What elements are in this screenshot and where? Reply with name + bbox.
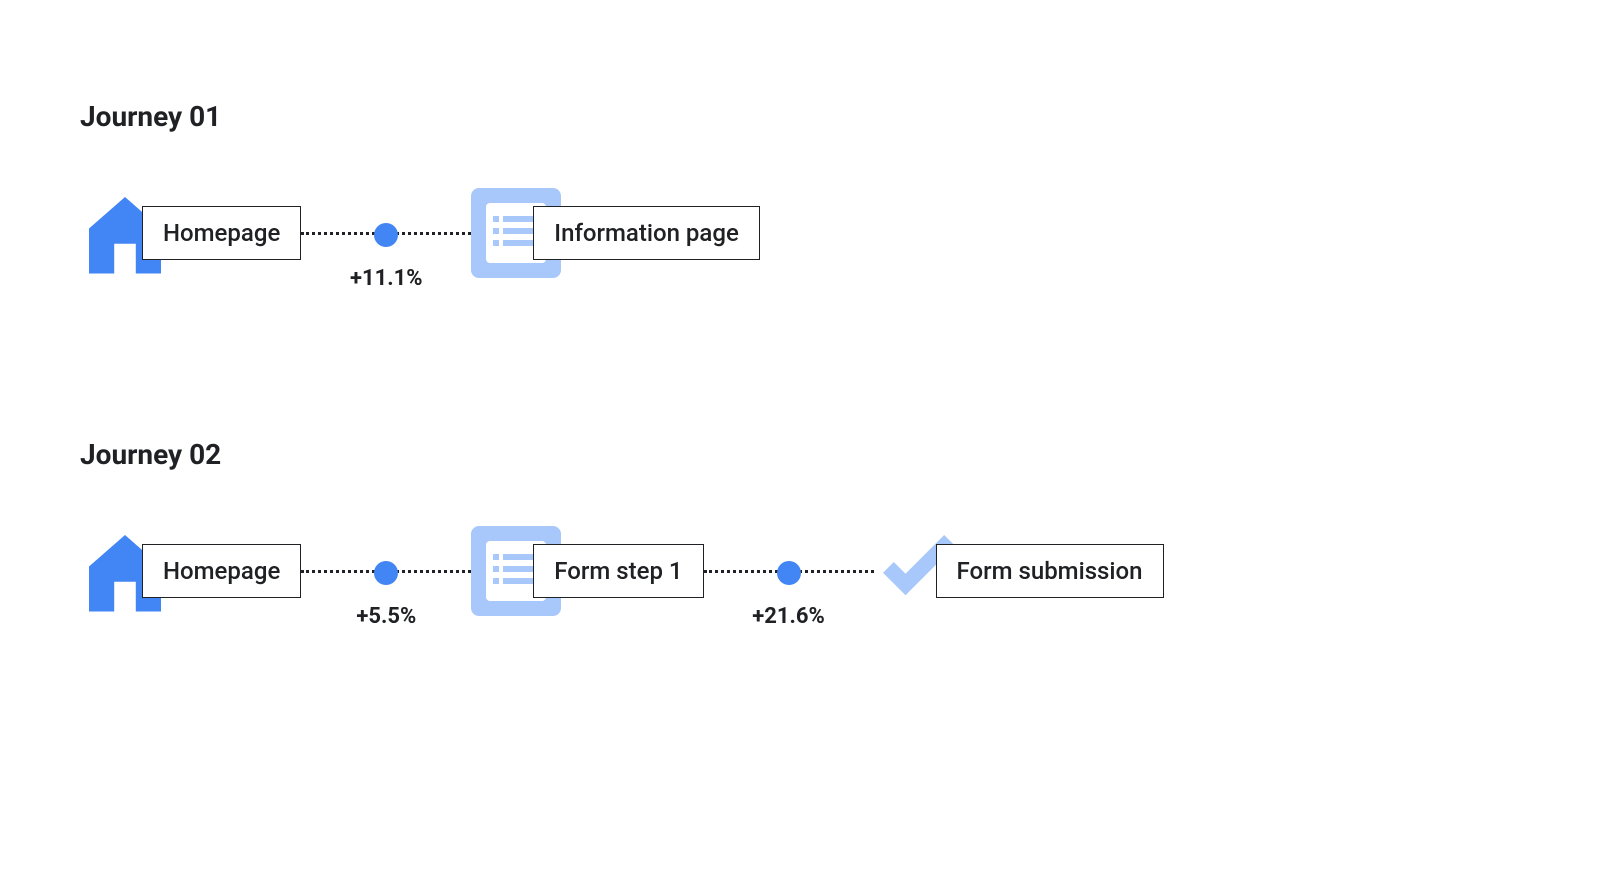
journey-node-form-submission: Form submission	[874, 526, 1164, 616]
connector-line	[704, 570, 874, 573]
journey-1: Journey 01 Homepage +11.1%	[80, 100, 1521, 278]
node-label: Form step 1	[533, 544, 703, 598]
connector-line	[301, 570, 471, 573]
journey-connector: +11.1%	[301, 232, 471, 235]
connector-dot	[374, 223, 398, 247]
journey-node-form-step-1: Form step 1	[471, 526, 703, 616]
journey-connector: +21.6%	[704, 570, 874, 573]
journey-title: Journey 01	[80, 100, 1521, 133]
node-label: Form submission	[936, 544, 1164, 598]
node-label: Homepage	[142, 544, 301, 598]
journey-flow: Homepage +5.5%	[80, 526, 1521, 616]
journey-node-homepage: Homepage	[80, 188, 301, 278]
connector-value: +21.6%	[752, 604, 825, 629]
node-label: Information page	[533, 206, 760, 260]
journey-flow: Homepage +11.1%	[80, 188, 1521, 278]
connector-value: +5.5%	[356, 604, 416, 629]
connector-dot	[777, 561, 801, 585]
journey-2: Journey 02 Homepage +5.5%	[80, 438, 1521, 616]
connector-value: +11.1%	[350, 266, 423, 291]
journey-title: Journey 02	[80, 438, 1521, 471]
journey-connector: +5.5%	[301, 570, 471, 573]
journey-node-homepage: Homepage	[80, 526, 301, 616]
journey-node-information-page: Information page	[471, 188, 760, 278]
connector-dot	[374, 561, 398, 585]
node-label: Homepage	[142, 206, 301, 260]
connector-line	[301, 232, 471, 235]
